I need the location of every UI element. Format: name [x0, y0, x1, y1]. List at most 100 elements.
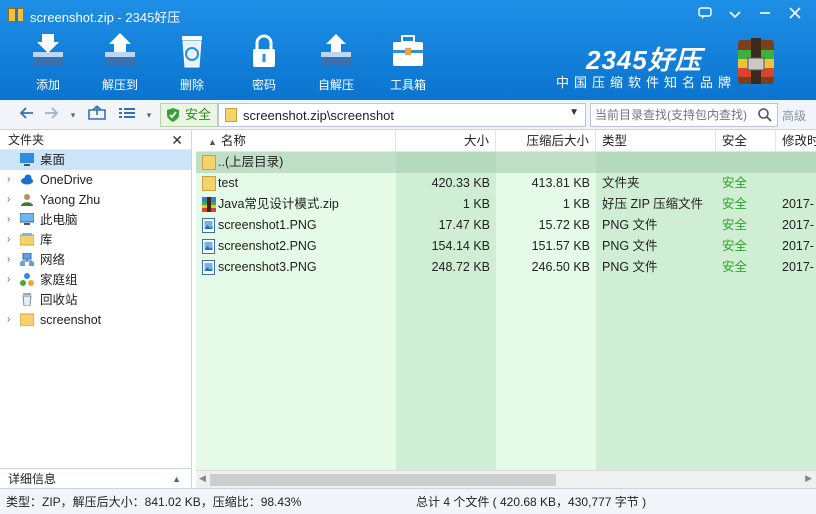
close-icon[interactable]: [780, 2, 810, 26]
tree-item-label: 桌面: [40, 153, 66, 167]
expand-chevron-icon[interactable]: ›: [7, 270, 10, 290]
tree-item-label: screenshot: [40, 313, 102, 327]
table-row[interactable]: test 420.33 KB 413.81 KB 文件夹 安全: [196, 173, 816, 194]
file-safety: 安全: [722, 260, 748, 274]
tree-item-label: 网络: [40, 253, 66, 267]
add-button[interactable]: 添加: [12, 30, 84, 96]
tree-item-user[interactable]: › Yaong Zhu: [0, 190, 191, 210]
address-bar: ▾ ▾ 安全 screenshot.zip\screenshot ▼ 高级: [0, 100, 816, 130]
column-header: ▲ 名称 大小 压缩后大小 类型 安全 修改时: [196, 130, 816, 152]
file-modified: 2017-: [782, 260, 814, 274]
column-type[interactable]: 类型: [596, 130, 716, 152]
folder-panel-header: 文件夹 ✕: [0, 130, 191, 150]
tree-item-recycle-bin[interactable]: 回收站: [0, 290, 191, 310]
expand-chevron-icon[interactable]: ›: [7, 170, 10, 190]
collapse-up-icon[interactable]: ▲: [172, 469, 181, 489]
tree-item-library[interactable]: › 库: [0, 230, 191, 250]
user-icon: [21, 194, 33, 206]
self-extract-button[interactable]: 自解压: [300, 30, 372, 96]
add-label: 添加: [35, 78, 60, 92]
expand-chevron-icon[interactable]: ›: [7, 250, 10, 270]
path-field[interactable]: screenshot.zip\screenshot ▼: [218, 103, 586, 127]
archive-logo-icon: [738, 38, 774, 84]
column-modified[interactable]: 修改时: [776, 130, 816, 152]
horizontal-scrollbar[interactable]: ◀ ▶: [196, 470, 816, 488]
minimize-icon[interactable]: [750, 2, 780, 26]
path-dropdown-icon[interactable]: ▼: [569, 107, 579, 118]
tree-item-onedrive[interactable]: › OneDrive: [0, 170, 191, 190]
folder-icon: [20, 313, 34, 326]
search-input[interactable]: [595, 106, 755, 124]
file-packed-size: 413.81 KB: [531, 176, 590, 190]
status-total-info: 总计 4 个文件 ( 420.68 KB，430,777 字节 ): [416, 495, 647, 509]
tree-item-homegroup[interactable]: › 家庭组: [0, 270, 191, 290]
image-file-icon: [202, 260, 215, 275]
file-name: screenshot2.PNG: [218, 239, 317, 253]
view-list-icon[interactable]: [116, 104, 138, 126]
column-size[interactable]: 大小: [396, 130, 496, 152]
file-safety: 安全: [722, 197, 748, 211]
toolbox-button[interactable]: 工具箱: [372, 30, 444, 96]
tree-item-label: 回收站: [40, 293, 78, 307]
folder-icon: [202, 176, 216, 191]
onedrive-icon: [21, 174, 33, 185]
history-chevron-icon[interactable]: ▾: [62, 104, 84, 126]
file-size: 248.72 KB: [431, 260, 490, 274]
tree-item-desktop[interactable]: 桌面: [0, 150, 191, 170]
feedback-icon[interactable]: [690, 2, 720, 26]
tree-item-this-pc[interactable]: › 此电脑: [0, 210, 191, 230]
header-area: screenshot.zip - 2345好压 添加 解压到 删除 密码 自解压…: [0, 0, 816, 100]
column-safety[interactable]: 安全: [716, 130, 776, 152]
file-name: screenshot3.PNG: [218, 260, 317, 274]
parent-dir-row[interactable]: ..(上层目录): [196, 152, 816, 173]
delete-button[interactable]: 删除: [156, 30, 228, 96]
file-packed-size: 1 KB: [562, 197, 590, 211]
menu-icon[interactable]: [720, 2, 750, 26]
search-icon[interactable]: [757, 107, 773, 123]
tree-item-label: Yaong Zhu: [40, 193, 101, 207]
column-name[interactable]: ▲ 名称: [196, 130, 396, 152]
tree-item-screenshot[interactable]: › screenshot: [0, 310, 191, 330]
scroll-right-icon[interactable]: ▶: [805, 473, 812, 484]
file-safety: 安全: [722, 218, 748, 232]
extract-to-button[interactable]: 解压到: [84, 30, 156, 96]
back-arrow-icon[interactable]: [16, 104, 38, 126]
expand-chevron-icon[interactable]: ›: [7, 310, 10, 330]
close-panel-icon[interactable]: ✕: [171, 130, 183, 150]
scroll-thumb[interactable]: [210, 474, 556, 486]
main-toolbar: 添加 解压到 删除 密码 自解压 工具箱: [12, 30, 444, 96]
file-modified: [782, 173, 816, 194]
table-row[interactable]: screenshot3.PNG 248.72 KB 246.50 KB PNG …: [196, 257, 816, 278]
forward-arrow-icon[interactable]: [40, 104, 62, 126]
search-box[interactable]: [590, 103, 778, 127]
table-row[interactable]: Java常见设计模式.zip 1 KB 1 KB 好压 ZIP 压缩文件 安全 …: [196, 194, 816, 215]
status-archive-info: 类型：ZIP，解压后大小：841.02 KB，压缩比：98.43%: [6, 495, 302, 509]
details-panel-toggle[interactable]: 详细信息 ▲: [0, 468, 191, 488]
column-packed-size[interactable]: 压缩后大小: [496, 130, 596, 152]
homegroup-icon: [20, 273, 34, 286]
file-type: PNG 文件: [602, 239, 658, 253]
delete-label: 删除: [179, 78, 204, 92]
file-type: 好压 ZIP 压缩文件: [602, 197, 704, 211]
view-chevron-icon[interactable]: ▾: [138, 104, 160, 126]
parent-dir-label: ..(上层目录): [218, 155, 284, 169]
advanced-search-link[interactable]: 高级: [782, 107, 806, 124]
expand-chevron-icon[interactable]: ›: [7, 210, 10, 230]
image-file-icon: [202, 218, 215, 233]
file-type: PNG 文件: [602, 260, 658, 274]
up-folder-icon[interactable]: [86, 104, 108, 126]
file-safety: 安全: [722, 176, 748, 190]
tree-item-label: 家庭组: [40, 273, 78, 287]
password-button[interactable]: 密码: [228, 30, 300, 96]
expand-chevron-icon[interactable]: ›: [7, 190, 10, 210]
extract-to-label: 解压到: [101, 78, 138, 92]
tree-item-network[interactable]: › 网络: [0, 250, 191, 270]
safe-badge[interactable]: 安全: [160, 103, 218, 127]
table-row[interactable]: screenshot2.PNG 154.14 KB 151.57 KB PNG …: [196, 236, 816, 257]
table-row[interactable]: screenshot1.PNG 17.47 KB 15.72 KB PNG 文件…: [196, 215, 816, 236]
expand-chevron-icon[interactable]: ›: [7, 230, 10, 250]
file-modified: 2017-: [782, 239, 814, 253]
file-packed-size: 246.50 KB: [531, 260, 590, 274]
scroll-left-icon[interactable]: ◀: [199, 473, 206, 484]
file-size: 154.14 KB: [431, 239, 490, 253]
